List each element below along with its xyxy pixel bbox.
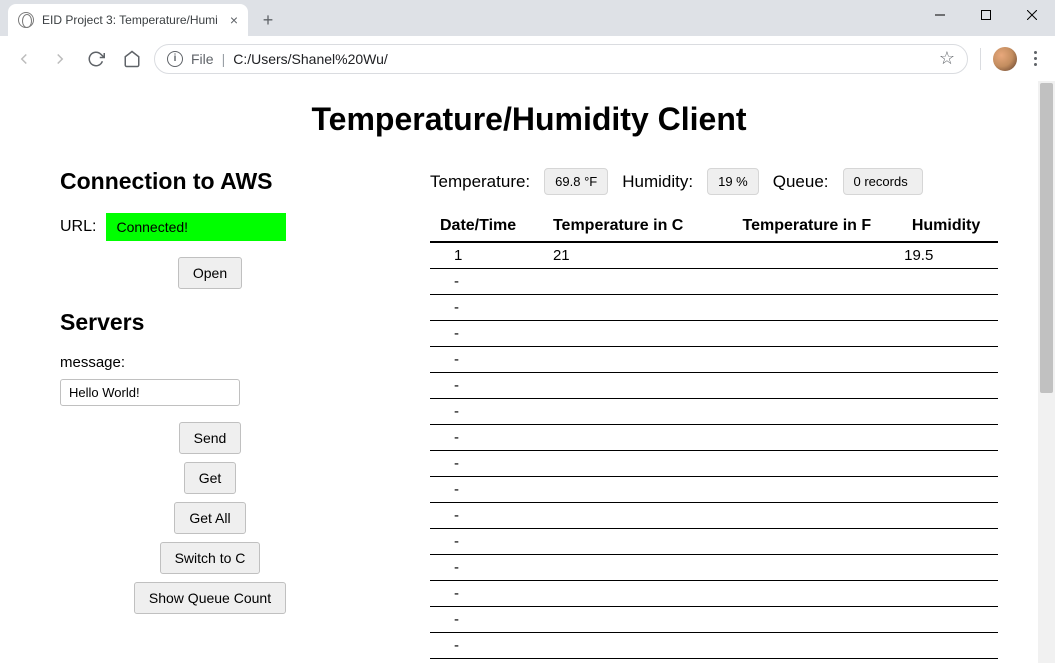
table-row: - <box>430 477 998 503</box>
window-close-button[interactable] <box>1009 0 1055 30</box>
queue-value: 0 records <box>843 168 923 195</box>
table-row: - <box>430 633 998 659</box>
table-row: - <box>430 295 998 321</box>
tab-title: EID Project 3: Temperature/Humi <box>42 13 218 27</box>
table-row: - <box>430 607 998 633</box>
table-row: 12119.5 <box>430 242 998 269</box>
message-label: message: <box>60 354 360 371</box>
table-row: - <box>430 425 998 451</box>
page-title: Temperature/Humidity Client <box>60 101 998 138</box>
queue-label: Queue: <box>773 172 829 192</box>
humidity-label: Humidity: <box>622 172 693 192</box>
get-button[interactable]: Get <box>184 462 237 494</box>
vertical-scrollbar[interactable] <box>1038 81 1055 663</box>
servers-heading: Servers <box>60 309 360 336</box>
info-icon: i <box>167 51 183 67</box>
profile-avatar[interactable] <box>993 47 1017 71</box>
temperature-value: 69.8 °F <box>544 168 608 195</box>
col-humidity: Humidity <box>894 211 998 242</box>
get-all-button[interactable]: Get All <box>174 502 245 534</box>
col-temp-f: Temperature in F <box>720 211 895 242</box>
url-label: URL: <box>60 218 96 236</box>
table-row: - <box>430 451 998 477</box>
connection-status: Connected! <box>106 213 286 241</box>
humidity-value: 19 % <box>707 168 759 195</box>
browser-menu-button[interactable] <box>1025 51 1045 66</box>
col-datetime: Date/Time <box>430 211 543 242</box>
show-queue-count-button[interactable]: Show Queue Count <box>134 582 286 614</box>
table-row: - <box>430 555 998 581</box>
open-button[interactable]: Open <box>178 257 242 289</box>
table-row: - <box>430 399 998 425</box>
browser-tab[interactable]: EID Project 3: Temperature/Humi × <box>8 4 248 36</box>
address-bar[interactable]: i File | C:/Users/Shanel%20Wu/ ☆ <box>154 44 968 74</box>
table-row: - <box>430 321 998 347</box>
url-scheme: File <box>191 51 214 67</box>
back-button[interactable] <box>10 45 38 73</box>
temperature-label: Temperature: <box>430 172 530 192</box>
home-button[interactable] <box>118 45 146 73</box>
switch-to-c-button[interactable]: Switch to C <box>160 542 261 574</box>
browser-chrome: EID Project 3: Temperature/Humi × + i Fi… <box>0 0 1055 81</box>
table-row: - <box>430 503 998 529</box>
window-maximize-button[interactable] <box>963 0 1009 30</box>
table-row: - <box>430 269 998 295</box>
data-table: Date/Time Temperature in C Temperature i… <box>430 211 998 659</box>
table-row: - <box>430 581 998 607</box>
scrollbar-thumb[interactable] <box>1040 83 1053 393</box>
new-tab-button[interactable]: + <box>254 6 282 34</box>
message-input[interactable] <box>60 379 240 406</box>
tab-close-button[interactable]: × <box>230 12 238 28</box>
aws-heading: Connection to AWS <box>60 168 360 195</box>
bookmark-star-icon[interactable]: ☆ <box>939 48 955 69</box>
table-row: - <box>430 373 998 399</box>
table-row: - <box>430 529 998 555</box>
forward-button[interactable] <box>46 45 74 73</box>
reload-button[interactable] <box>82 45 110 73</box>
url-path: C:/Users/Shanel%20Wu/ <box>233 51 388 67</box>
window-minimize-button[interactable] <box>917 0 963 30</box>
send-button[interactable]: Send <box>179 422 242 454</box>
globe-icon <box>18 12 34 28</box>
table-row: - <box>430 347 998 373</box>
col-temp-c: Temperature in C <box>543 211 720 242</box>
